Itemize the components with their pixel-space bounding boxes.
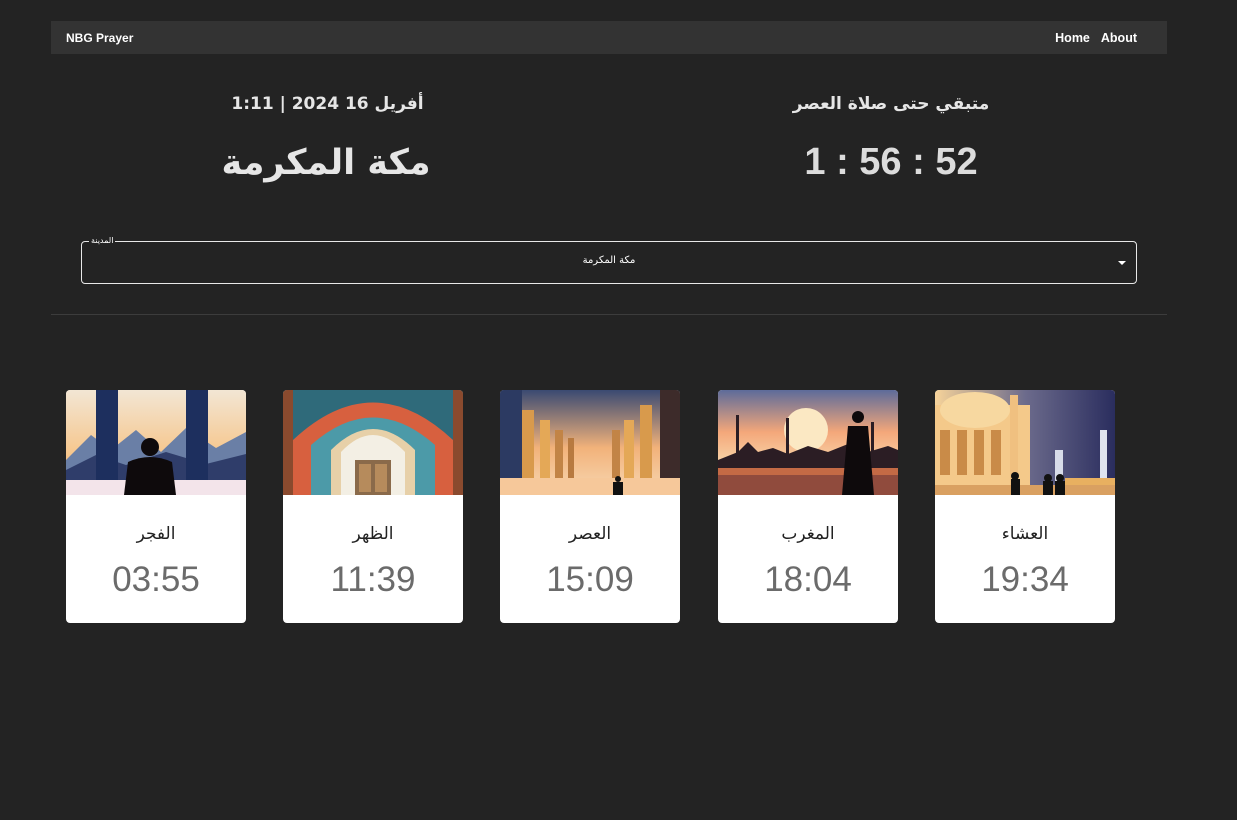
prayer-card-isha[interactable]: العشاء 19:34 xyxy=(935,390,1115,623)
prayer-card-asr[interactable]: العصر 15:09 xyxy=(500,390,680,623)
dropdown-arrow-icon[interactable] xyxy=(1118,261,1126,265)
prayer-name: العصر xyxy=(568,524,612,544)
prayer-card-fajr[interactable]: الفجر 03:55 xyxy=(66,390,246,623)
sunset-silhouette-image xyxy=(718,390,898,495)
prayer-card-maghrib[interactable]: المغرب 18:04 xyxy=(718,390,898,623)
mosque-arch-image xyxy=(283,390,463,495)
prayer-time: 18:04 xyxy=(764,560,852,599)
brand-logo[interactable]: NBG Prayer xyxy=(66,31,133,45)
city-select[interactable]: المدينة مكة المكرمة xyxy=(81,235,1137,284)
prayer-name: الظهر xyxy=(352,524,394,544)
prayer-time: 11:39 xyxy=(330,560,416,599)
divider xyxy=(51,314,1167,315)
remaining-label: متبقي حتى صلاة العصر xyxy=(792,94,990,114)
nav-links: Home About xyxy=(1055,31,1137,45)
prayer-name: العشاء xyxy=(1001,524,1049,544)
nav-home-link[interactable]: Home xyxy=(1055,31,1090,45)
nav-about-link[interactable]: About xyxy=(1101,31,1137,45)
prayer-time: 19:34 xyxy=(981,560,1069,599)
prayer-time: 15:09 xyxy=(546,560,634,599)
city-select-value: مكة المكرمة xyxy=(582,255,636,266)
prayer-name: المغرب xyxy=(781,524,835,544)
mosque-night-image xyxy=(935,390,1115,495)
colonnade-image xyxy=(500,390,680,495)
navbar: NBG Prayer Home About xyxy=(51,21,1167,54)
countdown-timer: 1 : 56 : 52 xyxy=(804,141,978,183)
prayer-name: الفجر xyxy=(136,524,176,544)
city-select-label: المدينة xyxy=(89,235,116,247)
prayer-time: 03:55 xyxy=(112,560,200,599)
dawn-mountains-image xyxy=(66,390,246,495)
prayer-card-dhuhr[interactable]: الظهر 11:39 xyxy=(283,390,463,623)
current-datetime: أفريل 16 2024 | 1:11 xyxy=(231,94,424,114)
city-title: مكة المكرمة xyxy=(221,143,431,183)
